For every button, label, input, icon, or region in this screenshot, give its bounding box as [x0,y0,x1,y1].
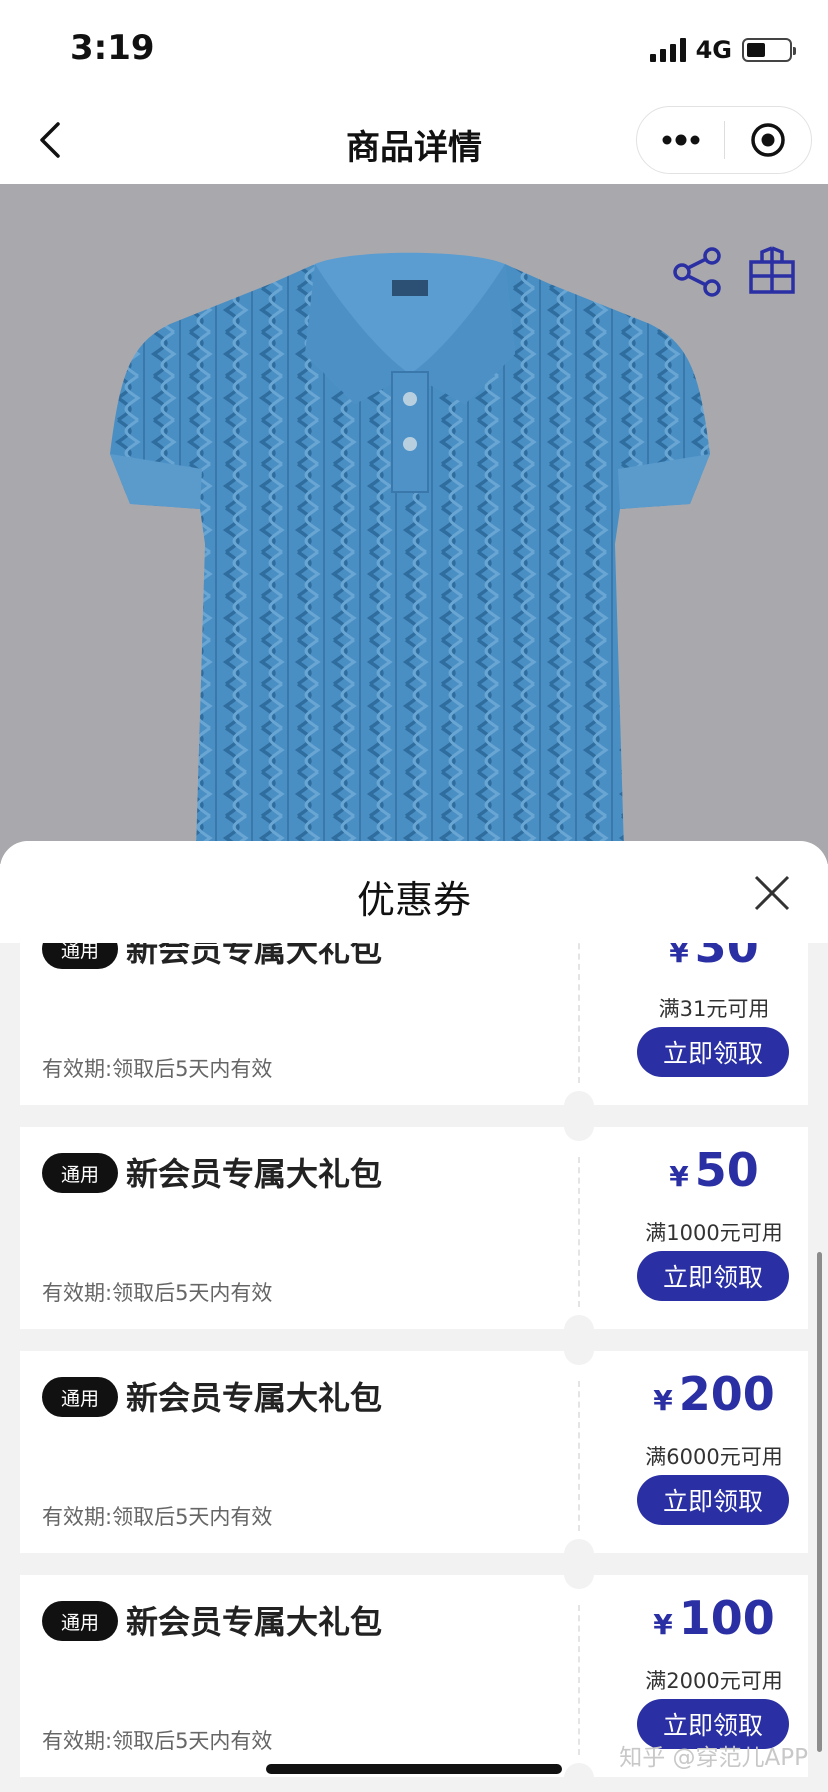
claim-button[interactable]: 立即领取 [637,1475,789,1525]
nav-bar: 商品详情 [0,96,828,184]
coupon-validity: 有效期:领取后5天内有效 [42,1505,273,1529]
coupon-name: 新会员专属大礼包 [126,1155,383,1193]
mini-program-capsule [636,106,812,174]
claim-button[interactable]: 立即领取 [637,1251,789,1301]
sheet-title: 优惠券 [356,878,471,922]
coupon-value: ¥50 满1000元可用 立即领取 [620,1127,808,1329]
status-bar: 3:19 4G [0,0,828,96]
status-time: 3:19 [70,28,155,68]
coupon-divider [578,943,580,1083]
close-mini-program-button[interactable] [725,107,811,173]
product-image-area [0,184,828,864]
coupon-list: 通用 新会员专属大礼包 有效期:领取后5天内有效 ¥30 满31元可用 立即领取… [0,943,828,1792]
more-button[interactable] [637,107,724,173]
coupon-condition: 满1000元可用 [645,1221,783,1245]
battery-icon [742,38,796,62]
coupon-divider [578,1605,580,1755]
home-indicator[interactable] [266,1764,562,1774]
signal-icon [649,38,686,62]
coupon-info: 通用 新会员专属大礼包 有效期:领取后5天内有效 [42,1575,582,1777]
coupon-name: 新会员专属大礼包 [126,1603,383,1641]
network-type: 4G [695,36,732,64]
coupon-name: 新会员专属大礼包 [126,1379,383,1417]
coupon-validity: 有效期:领取后5天内有效 [42,1281,273,1305]
claim-button[interactable]: 立即领取 [637,1027,789,1077]
coupon-info: 通用 新会员专属大礼包 有效期:领取后5天内有效 [42,1351,582,1553]
more-dots-icon [662,134,699,146]
coupon-tag: 通用 [42,943,118,969]
product-image [110,252,710,864]
coupon-value: ¥30 满31元可用 立即领取 [620,943,808,1105]
coupon-condition: 满31元可用 [658,997,770,1021]
gift-icon[interactable] [748,244,796,294]
coupon-amount: ¥100 [620,1591,808,1645]
status-indicators: 4G [649,36,796,64]
target-icon [751,123,785,157]
coupon-amount: ¥30 [620,943,808,973]
scrollbar[interactable] [817,1252,822,1752]
battery-level [747,43,765,57]
sheet-header: 优惠券 [0,841,828,943]
coupon-divider [578,1157,580,1307]
currency-symbol: ¥ [669,943,689,969]
watermark: 知乎 @穿范儿APP [619,1745,808,1771]
share-icon[interactable] [672,246,724,298]
coupon-tag: 通用 [42,1377,118,1417]
coupon-validity: 有效期:领取后5天内有效 [42,1057,273,1081]
currency-symbol: ¥ [653,1384,673,1417]
coupon-info: 通用 新会员专属大礼包 有效期:领取后5天内有效 [42,943,582,1105]
coupon-condition: 满6000元可用 [645,1445,783,1469]
currency-symbol: ¥ [669,1160,689,1193]
coupon-amount: ¥200 [620,1367,808,1421]
amount-value: 200 [678,1367,775,1421]
coupon-amount: ¥50 [620,1143,808,1197]
close-icon[interactable] [752,873,792,913]
amount-value: 50 [694,1143,759,1197]
coupon-sheet: 优惠券 通用 新会员专属大礼包 有效期:领取后5天内有效 ¥30 满31元可用 … [0,841,828,1792]
coupon-validity: 有效期:领取后5天内有效 [42,1729,273,1753]
amount-value: 30 [694,943,759,973]
coupon-tag: 通用 [42,1153,118,1193]
coupon-card: 通用 新会员专属大礼包 有效期:领取后5天内有效 ¥50 满1000元可用 立即… [20,1111,808,1345]
coupon-divider [578,1381,580,1531]
coupon-info: 通用 新会员专属大礼包 有效期:领取后5天内有效 [42,1127,582,1329]
coupon-value: ¥200 满6000元可用 立即领取 [620,1351,808,1553]
coupon-tag: 通用 [42,1601,118,1641]
coupon-name: 新会员专属大礼包 [126,943,383,969]
currency-symbol: ¥ [653,1608,673,1641]
coupon-card: 通用 新会员专属大礼包 有效期:领取后5天内有效 ¥30 满31元可用 立即领取 [20,943,808,1121]
coupon-list-viewport[interactable]: 通用 新会员专属大礼包 有效期:领取后5天内有效 ¥30 满31元可用 立即领取… [0,943,828,1792]
coupon-condition: 满2000元可用 [645,1669,783,1693]
coupon-card: 通用 新会员专属大礼包 有效期:领取后5天内有效 ¥200 满6000元可用 立… [20,1335,808,1569]
amount-value: 100 [678,1591,775,1645]
